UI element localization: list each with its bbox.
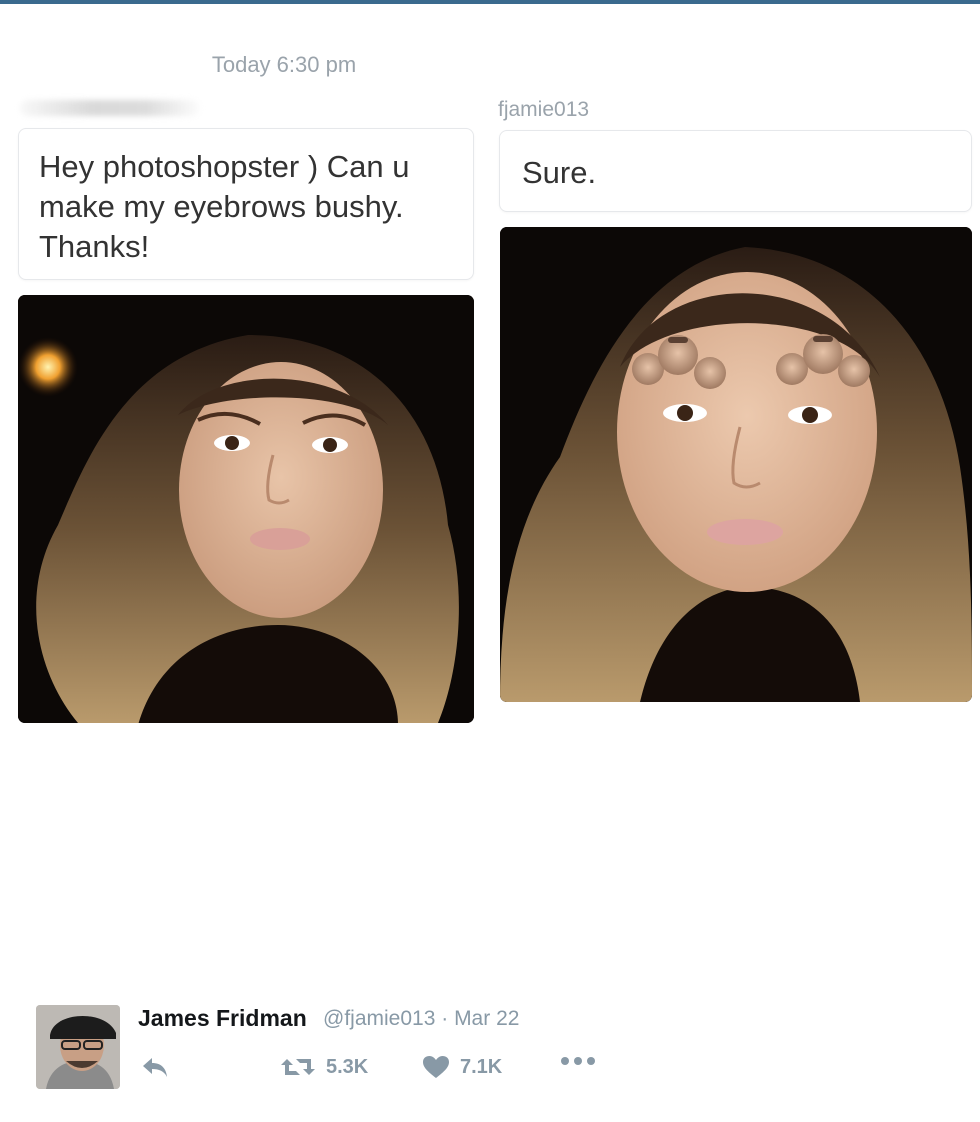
- avatar-image: [36, 1005, 120, 1089]
- reply-message-text: Sure.: [522, 155, 597, 190]
- reply-icon: [143, 1058, 167, 1077]
- retweet-count: 5.3K: [326, 1055, 369, 1078]
- tweet-footer: James Fridman @fjamie013 · Mar 22 5.3K 7…: [36, 1003, 956, 1093]
- heart-icon: [423, 1056, 449, 1078]
- author-name[interactable]: James Fridman: [138, 1005, 307, 1032]
- tweet-date[interactable]: Mar 22: [454, 1007, 519, 1030]
- like-button[interactable]: 7.1K: [422, 1055, 502, 1079]
- retweet-button[interactable]: 5.3K: [280, 1055, 368, 1079]
- incoming-message-bubble: Hey photoshopster ) Can u make my eyebro…: [18, 128, 474, 280]
- sender-name: fjamie013: [498, 98, 590, 121]
- retweet-icon: [281, 1059, 315, 1075]
- author-handle[interactable]: @fjamie013: [323, 1007, 435, 1030]
- more-button[interactable]: [560, 1055, 596, 1067]
- message-timestamp: Today 6:30 pm: [211, 52, 357, 77]
- edited-photo-image: [500, 227, 972, 702]
- more-icon: [561, 1057, 595, 1065]
- reply-message-bubble: Sure.: [499, 130, 972, 212]
- original-photo[interactable]: [18, 295, 474, 723]
- author-handle-and-date: @fjamie013 · Mar 22: [323, 1007, 519, 1031]
- avatar[interactable]: [36, 1005, 120, 1089]
- top-accent-bar: [0, 0, 980, 4]
- edited-photo[interactable]: [500, 227, 972, 702]
- reply-button[interactable]: [140, 1055, 170, 1079]
- blurred-sender-name: [20, 100, 200, 116]
- original-photo-image: [18, 295, 474, 723]
- separator-dot: ·: [441, 1007, 449, 1030]
- like-count: 7.1K: [460, 1055, 503, 1078]
- incoming-message-text: Hey photoshopster ) Can u make my eyebro…: [39, 149, 410, 264]
